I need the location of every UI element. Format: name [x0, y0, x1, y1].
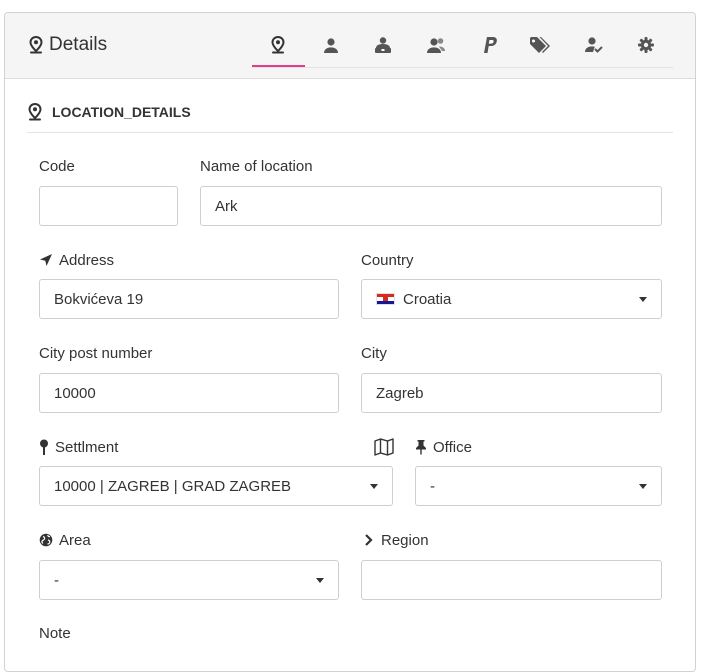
region-input[interactable] — [361, 560, 662, 600]
map-button[interactable] — [374, 438, 394, 456]
country-label: Country — [361, 250, 414, 270]
code-input[interactable] — [39, 186, 178, 226]
tab-user-check[interactable] — [568, 32, 621, 67]
page-title: Details — [29, 33, 107, 57]
country-label-text: Country — [361, 251, 414, 269]
user-tie-icon — [373, 36, 393, 54]
address-label-text: Address — [59, 251, 115, 269]
panel-header: Details — [5, 13, 695, 79]
tab-settings[interactable] — [620, 32, 673, 67]
globe-icon — [39, 533, 53, 547]
office-value-text: - — [430, 477, 435, 495]
area-select[interactable]: - — [39, 560, 339, 600]
city-label: City — [361, 343, 387, 363]
settlement-label-text: Settlment — [55, 438, 119, 456]
users-icon — [426, 36, 446, 54]
city-label-text: City — [361, 344, 387, 362]
area-label: Area — [39, 530, 91, 550]
country-select-value: Croatia — [376, 291, 451, 308]
tab-user[interactable] — [305, 32, 358, 67]
address-input[interactable] — [39, 279, 339, 319]
chevron-right-icon — [361, 533, 375, 547]
paypal-icon — [480, 36, 498, 54]
name-label: Name of location — [200, 156, 313, 176]
details-panel: Details LOCATION_DETAILS Code Name of lo… — [4, 12, 696, 672]
section-title: LOCATION_DETAILS — [28, 102, 191, 122]
map-icon — [374, 438, 394, 456]
settlement-select[interactable]: 10000 | ZAGREB | GRAD ZAGREB — [39, 466, 393, 506]
croatia-flag-icon — [376, 293, 395, 305]
user-icon — [322, 36, 340, 54]
country-value-text: Croatia — [403, 290, 452, 308]
note-label: Note — [39, 623, 71, 643]
office-label: Office — [415, 437, 472, 457]
settlement-value-text: 10000 | ZAGREB | GRAD ZAGREB — [54, 477, 292, 495]
chevron-down-icon — [639, 483, 647, 489]
thumbtack-icon — [415, 439, 427, 455]
tab-bar — [252, 32, 673, 68]
country-select[interactable]: Croatia — [361, 279, 662, 319]
tab-contact[interactable] — [357, 32, 410, 67]
chevron-down-icon — [316, 577, 324, 583]
tab-tags[interactable] — [515, 32, 568, 67]
area-value-text: - — [54, 571, 59, 589]
city-input[interactable] — [361, 373, 662, 413]
map-marker-icon — [271, 36, 285, 54]
map-marker-icon — [29, 36, 43, 54]
address-label: Address — [39, 250, 114, 270]
tab-users[interactable] — [410, 32, 463, 67]
code-label: Code — [39, 156, 75, 176]
note-label-text: Note — [39, 624, 71, 642]
post-number-input[interactable] — [39, 373, 339, 413]
tags-icon — [529, 36, 553, 54]
post-number-label-text: City post number — [39, 344, 153, 362]
section-divider — [27, 132, 673, 133]
office-label-text: Office — [433, 438, 472, 456]
name-input[interactable] — [200, 186, 662, 226]
area-label-text: Area — [59, 531, 91, 549]
map-pin-icon — [39, 439, 49, 455]
user-check-icon — [584, 36, 604, 54]
chevron-down-icon — [370, 483, 378, 489]
map-marker-icon — [28, 103, 42, 121]
region-label-text: Region — [381, 531, 429, 549]
tab-payment[interactable] — [462, 32, 515, 67]
tab-location[interactable] — [252, 32, 305, 67]
post-number-label: City post number — [39, 343, 152, 363]
settlement-label: Settlment — [39, 437, 118, 457]
section-title-text: LOCATION_DETAILS — [52, 104, 191, 120]
location-arrow-icon — [39, 253, 53, 267]
chevron-down-icon — [639, 296, 647, 302]
office-select[interactable]: - — [415, 466, 662, 506]
name-label-text: Name of location — [200, 157, 313, 175]
region-label: Region — [361, 530, 429, 550]
gear-icon — [637, 36, 655, 54]
page-title-text: Details — [49, 34, 108, 55]
code-label-text: Code — [39, 157, 75, 175]
